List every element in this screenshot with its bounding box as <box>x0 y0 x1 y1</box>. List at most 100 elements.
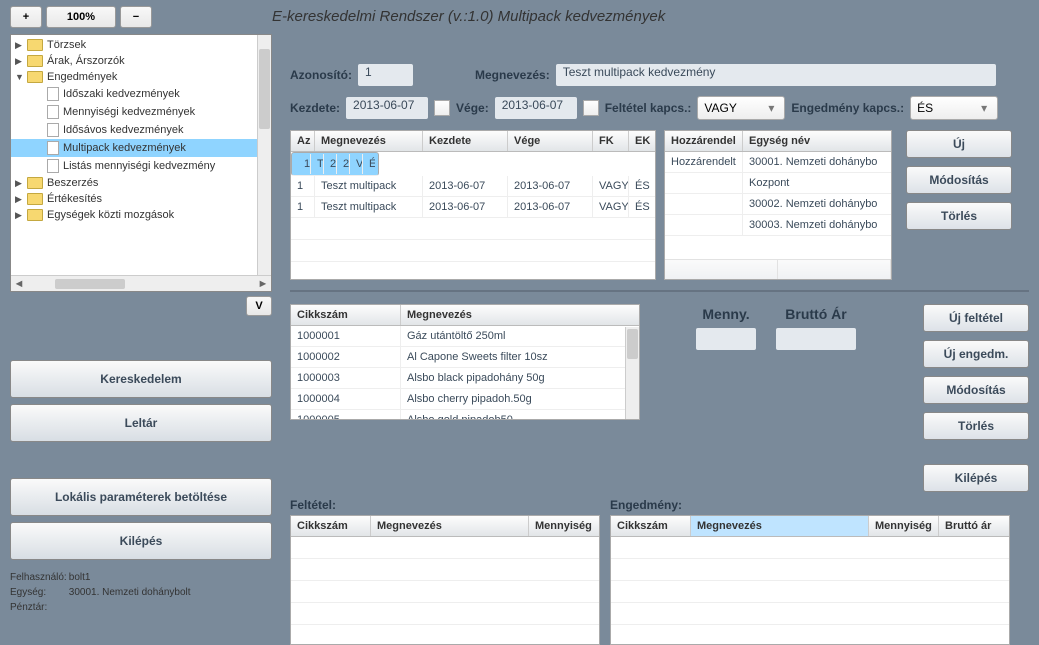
table-cell: 2013-06-07 <box>423 176 508 196</box>
torles2-button[interactable]: Törlés <box>923 412 1029 440</box>
tree-label: Törzsek <box>47 39 86 51</box>
tree-leaf[interactable]: Listás mennyiségi kedvezmény <box>11 157 271 175</box>
torles-button[interactable]: Törlés <box>906 202 1012 230</box>
engedmeny-label: Engedmény: <box>610 498 1010 512</box>
eng-kapcs-select[interactable]: ÉS▾ <box>910 96 998 120</box>
megnev-input[interactable]: Teszt multipack kedvezmény <box>556 64 996 86</box>
felt-kapcs-label: Feltétel kapcs.: <box>605 101 692 115</box>
folder-icon <box>27 193 43 205</box>
tree-leaf[interactable]: Mennyiségi kedvezmények <box>11 103 271 121</box>
table-row[interactable]: 1Teszt multipack2013-06-072013-06-07VAGY… <box>291 176 655 197</box>
calendar-icon[interactable] <box>583 100 599 116</box>
tree-leaf[interactable]: Időszaki kedvezmények <box>11 85 271 103</box>
tree-arrow-icon: ▶ <box>15 210 27 221</box>
tree-hscrollbar[interactable]: ◄► <box>11 275 271 291</box>
tree-folder[interactable]: ▶Egységek közti mozgások <box>11 207 271 223</box>
felt-kapcs-select[interactable]: VAGY▾ <box>697 96 785 120</box>
feltetel-label: Feltétel: <box>290 498 600 512</box>
chevron-down-icon: ▾ <box>764 101 778 115</box>
document-icon <box>47 159 59 173</box>
discount-grid[interactable]: Az Megnevezés Kezdete Vége FK EK 1Teszt … <box>290 130 656 280</box>
azon-label: Azonosító: <box>290 68 352 82</box>
table-row[interactable]: 1000002Al Capone Sweets filter 10sz <box>291 347 639 368</box>
table-cell <box>665 215 743 235</box>
tree-folder[interactable]: ▶Beszerzés <box>11 175 271 191</box>
tree-arrow-icon: ▶ <box>15 40 27 51</box>
table-cell: ÉS <box>363 154 375 174</box>
assignment-grid[interactable]: Hozzárendel Egység név Hozzárendelt30001… <box>664 130 892 280</box>
zoom-out-button[interactable]: − <box>120 6 152 28</box>
nav-tree[interactable]: ▶ Törzsek ▶Árak, Árszorzók▼Engedmények Idős… <box>10 34 272 292</box>
table-cell: 1000003 <box>291 368 401 388</box>
tree-leaf[interactable]: Idősávos kedvezmények <box>11 121 271 139</box>
tree-leaf[interactable]: Multipack kedvezmények <box>11 139 271 157</box>
table-cell: Teszt multipack <box>315 176 423 196</box>
kezdete-input[interactable]: 2013-06-07 <box>346 97 428 119</box>
tree-folder[interactable]: ▶ Értékesítés <box>11 191 271 207</box>
folder-icon <box>27 209 43 221</box>
table-cell: 2013-06-07 <box>324 154 337 174</box>
cikk-grid[interactable]: Cikkszám Megnevezés 1000001Gáz utántöltő… <box>290 304 640 420</box>
engedmeny-grid[interactable]: Cikkszám Megnevezés Mennyiség Bruttó ár <box>610 515 1010 645</box>
uj-feltetel-button[interactable]: Új feltétel <box>923 304 1029 332</box>
table-cell: 1 <box>291 197 315 217</box>
kereskedelem-button[interactable]: Kereskedelem <box>10 360 272 398</box>
table-row[interactable]: 1Teszt multipack2013-06-072013-06-07VAGY… <box>291 197 655 218</box>
table-row[interactable]: 1Teszt multipack2013-06-072013-06-07VAGY… <box>291 152 379 176</box>
folder-icon <box>27 71 43 83</box>
tree-arrow-icon: ▶ <box>15 56 27 67</box>
table-row[interactable]: 1000001Gáz utántöltő 250ml <box>291 326 639 347</box>
cikk-scrollbar[interactable] <box>625 327 639 419</box>
table-cell: 2013-06-07 <box>423 197 508 217</box>
brutto-label: Bruttó Ár <box>776 306 856 322</box>
brutto-input[interactable] <box>776 328 856 350</box>
document-icon <box>47 87 59 101</box>
uj-button[interactable]: Új <box>906 130 1012 158</box>
table-cell: 1 <box>291 176 315 196</box>
document-icon <box>47 123 59 137</box>
table-cell: 1 <box>298 154 311 174</box>
zoom-reset-button[interactable]: 100% <box>46 6 116 28</box>
table-cell: 30003. Nemzeti dohánybo <box>743 215 891 235</box>
modositas-button[interactable]: Módosítás <box>906 166 1012 194</box>
document-icon <box>47 105 59 119</box>
tree-folder[interactable]: ▶ Törzsek <box>11 37 271 53</box>
calendar-icon[interactable] <box>434 100 450 116</box>
table-row[interactable]: 30002. Nemzeti dohánybo <box>665 194 891 215</box>
vege-input[interactable]: 2013-06-07 <box>495 97 577 119</box>
table-row[interactable]: Kozpont <box>665 173 891 194</box>
azon-input[interactable]: 1 <box>358 64 413 86</box>
modositas2-button[interactable]: Módosítás <box>923 376 1029 404</box>
lokalis-params-button[interactable]: Lokális paraméterek betöltése <box>10 478 272 516</box>
feltetel-grid[interactable]: Cikkszám Megnevezés Mennyiség <box>290 515 600 645</box>
menny-input[interactable] <box>696 328 756 350</box>
tree-arrow-icon: ▼ <box>15 72 27 82</box>
table-cell: 1000001 <box>291 326 401 346</box>
kezdete-label: Kezdete: <box>290 101 340 115</box>
tree-scrollbar[interactable] <box>257 35 271 275</box>
tree-folder[interactable]: ▶Árak, Árszorzók <box>11 53 271 69</box>
table-row[interactable]: Hozzárendelt30001. Nemzeti dohánybo <box>665 152 891 173</box>
table-cell: Gáz utántöltő 250ml <box>401 326 639 346</box>
folder-icon <box>27 55 43 67</box>
leltar-button[interactable]: Leltár <box>10 404 272 442</box>
status-info: Felhasználó: bolt1 Egység: 30001. Nemzet… <box>10 570 272 615</box>
table-row[interactable]: 30003. Nemzeti dohánybo <box>665 215 891 236</box>
uj-engedm-button[interactable]: Új engedm. <box>923 340 1029 368</box>
tree-folder[interactable]: ▼Engedmények <box>11 69 271 85</box>
table-row[interactable]: 1000004Alsbo cherry pipadoh.50g <box>291 389 639 410</box>
table-cell: Teszt multipack <box>311 154 324 174</box>
tree-label: Időszaki kedvezmények <box>63 88 180 100</box>
table-row[interactable]: 1000005Alsbo gold pipadoh50 <box>291 410 639 419</box>
folder-icon <box>27 177 43 189</box>
kilepes2-button[interactable]: Kilépés <box>923 464 1029 492</box>
kilepes-button[interactable]: Kilépés <box>10 522 272 560</box>
zoom-in-button[interactable]: + <box>10 6 42 28</box>
tree-label: Értékesítés <box>47 193 102 205</box>
megnev-label: Megnevezés: <box>475 68 550 82</box>
tree-arrow-icon: ▶ <box>15 194 27 205</box>
table-row[interactable]: 1000003Alsbo black pipadohány 50g <box>291 368 639 389</box>
v-button[interactable]: V <box>246 296 272 316</box>
tree-label: Listás mennyiségi kedvezmény <box>63 160 215 172</box>
table-cell: 30002. Nemzeti dohánybo <box>743 194 891 214</box>
